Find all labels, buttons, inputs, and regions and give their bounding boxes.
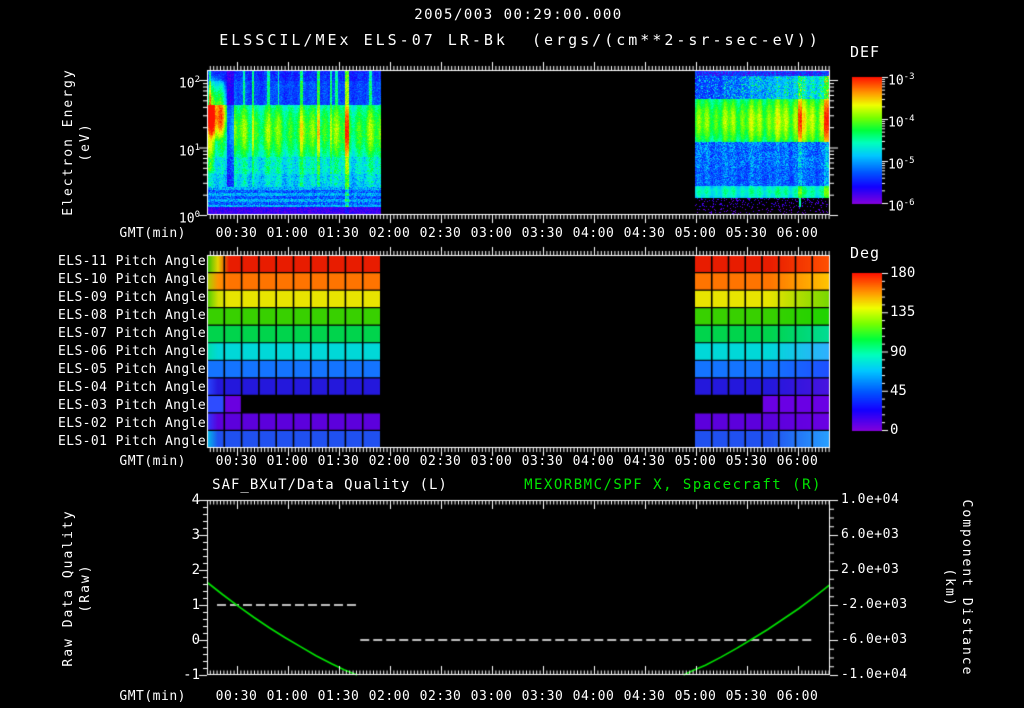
colorbar-deg-title: Deg [850, 244, 881, 262]
time-tick-label: 06:00 [776, 226, 819, 241]
pitch-angle-row-label: ELS-05 Pitch Angle [58, 362, 207, 377]
time-tick-row-2: 00:30 01:00 01:30 02:00 02:30 03:00 03:30 04:00… [211, 454, 823, 469]
def-tick-label: 10-6 [888, 198, 915, 215]
y-axis-label-component-distance: Component Distance (km) [942, 499, 974, 677]
colorbar-def-title: DEF [850, 43, 881, 61]
pitch-angle-row-label: ELS-11 Pitch Angle [58, 254, 207, 269]
time-tick-label: 02:00 [368, 454, 411, 469]
time-tick-label: 05:00 [674, 689, 717, 704]
def-tick-label: 10-3 [888, 72, 915, 89]
y-axis-label-raw-data-quality: Raw Data Quality (Raw) [61, 509, 93, 667]
energy-tick-label: 101 [178, 142, 200, 159]
time-tick-label: 06:00 [776, 454, 819, 469]
time-tick-label: 01:00 [266, 454, 309, 469]
energy-tick-label: 102 [178, 75, 200, 92]
distance-tick-label: 6.0e+03 [841, 527, 900, 542]
page-title: 2005/003 00:29:00.000 [414, 7, 623, 23]
pitch-angle-row-label: ELS-08 Pitch Angle [58, 308, 207, 323]
time-tick-row-1: 00:30 01:00 01:30 02:00 02:30 03:00 03:30 04:00… [211, 226, 823, 241]
time-tick-label: 01:30 [317, 454, 360, 469]
time-tick-label: 04:00 [572, 689, 615, 704]
time-tick-label: 05:30 [725, 226, 768, 241]
distance-tick-label: 2.0e+03 [841, 562, 900, 577]
time-tick-label: 04:00 [572, 226, 615, 241]
time-tick-label: 01:30 [317, 226, 360, 241]
time-tick-label: 02:30 [419, 689, 462, 704]
bottom-panel-title-right: MEXORBMC/SPF X, Spacecraft (R) [524, 477, 822, 493]
deg-tick-label: 0 [890, 422, 899, 438]
pitch-angle-row-label: ELS-03 Pitch Angle [58, 398, 207, 413]
pitch-angle-row-label: ELS-09 Pitch Angle [58, 290, 207, 305]
time-tick-row-3: 00:30 01:00 01:30 02:00 02:30 03:00 03:30 04:00… [211, 689, 823, 704]
quality-tick-label: 4 [191, 492, 200, 508]
colorbar-deg-tick-labels: 180 135 90 45 0 [890, 265, 934, 438]
deg-tick-label: 180 [890, 265, 916, 281]
time-tick-label: 02:30 [419, 226, 462, 241]
distance-tick-labels: 1.0e+04 6.0e+03 2.0e+03 -2.0e+03 -6.0e+03 -1.… [841, 492, 921, 683]
gmt-axis-label-2: GMT(min) [119, 454, 186, 469]
time-tick-label: 03:00 [470, 226, 513, 241]
time-tick-label: 02:00 [368, 689, 411, 704]
deg-tick-label: 45 [890, 382, 907, 399]
pitch-angle-row-label: ELS-10 Pitch Angle [58, 272, 207, 287]
gmt-axis-label-3: GMT(min) [119, 689, 186, 704]
distance-tick-label: -1.0e+04 [841, 667, 908, 682]
time-tick-label: 02:00 [368, 226, 411, 241]
energy-tick-labels: 102 101 100 [138, 71, 200, 227]
time-tick-label: 04:30 [623, 454, 666, 469]
time-tick-label: 03:00 [470, 454, 513, 469]
time-tick-label: 03:30 [521, 226, 564, 241]
time-tick-label: 05:00 [674, 226, 717, 241]
pitch-angle-row-label: ELS-01 Pitch Angle [58, 434, 207, 449]
time-tick-label: 05:30 [725, 689, 768, 704]
time-tick-label: 00:30 [215, 689, 258, 704]
time-tick-label: 05:00 [674, 454, 717, 469]
deg-tick-label: 135 [890, 304, 916, 321]
def-tick-label: 10-4 [888, 114, 915, 131]
quality-tick-label: 1 [191, 597, 200, 613]
def-tick-label: 10-5 [888, 156, 915, 173]
bottom-panel-title-left: SAF_BXuT/Data Quality (L) [212, 477, 448, 493]
quality-tick-label: 2 [191, 562, 200, 578]
colorbar-def-tick-labels: 10-3 10-4 10-5 10-6 [888, 69, 948, 215]
time-tick-label: 01:00 [266, 689, 309, 704]
time-tick-label: 04:00 [572, 454, 615, 469]
time-tick-label: 03:00 [470, 689, 513, 704]
y-axis-label-electron-energy: Electron Energy (eV) [61, 68, 93, 216]
distance-tick-label: -2.0e+03 [841, 597, 908, 612]
quality-tick-label: 0 [191, 632, 200, 648]
distance-tick-label: 1.0e+04 [841, 492, 900, 507]
pitch-angle-row-label: ELS-04 Pitch Angle [58, 380, 207, 395]
energy-tick-label: 100 [178, 210, 200, 227]
time-tick-label: 03:30 [521, 689, 564, 704]
time-tick-label: 06:00 [776, 689, 819, 704]
time-tick-label: 01:30 [317, 689, 360, 704]
instrument-title: ELSSCIL/MEx ELS-07 LR-Bk (ergs/(cm**2-sr… [219, 31, 821, 49]
pitch-angle-row-label: ELS-06 Pitch Angle [58, 344, 207, 359]
spectrogram-viewer: { "window": { "background": "#000000" },… [0, 0, 1024, 708]
pitch-angle-row-label: ELS-02 Pitch Angle [58, 416, 207, 431]
quality-tick-labels: 4 3 2 1 0 -1 [146, 492, 200, 683]
gmt-axis-label-1: GMT(min) [119, 226, 186, 241]
deg-tick-label: 90 [890, 343, 907, 360]
time-tick-label: 00:30 [215, 454, 258, 469]
pitch-angle-row-labels: ELS-11 Pitch Angle ELS-10 Pitch Angle ELS-… [58, 254, 207, 449]
quality-tick-label: -1 [183, 667, 200, 683]
time-tick-label: 04:30 [623, 226, 666, 241]
distance-tick-label: -6.0e+03 [841, 632, 908, 647]
time-tick-label: 04:30 [623, 689, 666, 704]
time-tick-label: 03:30 [521, 454, 564, 469]
time-tick-label: 00:30 [215, 226, 258, 241]
quality-tick-label: 3 [191, 527, 200, 543]
time-tick-label: 02:30 [419, 454, 462, 469]
pitch-angle-row-label: ELS-07 Pitch Angle [58, 326, 207, 341]
time-tick-label: 01:00 [266, 226, 309, 241]
time-tick-label: 05:30 [725, 454, 768, 469]
